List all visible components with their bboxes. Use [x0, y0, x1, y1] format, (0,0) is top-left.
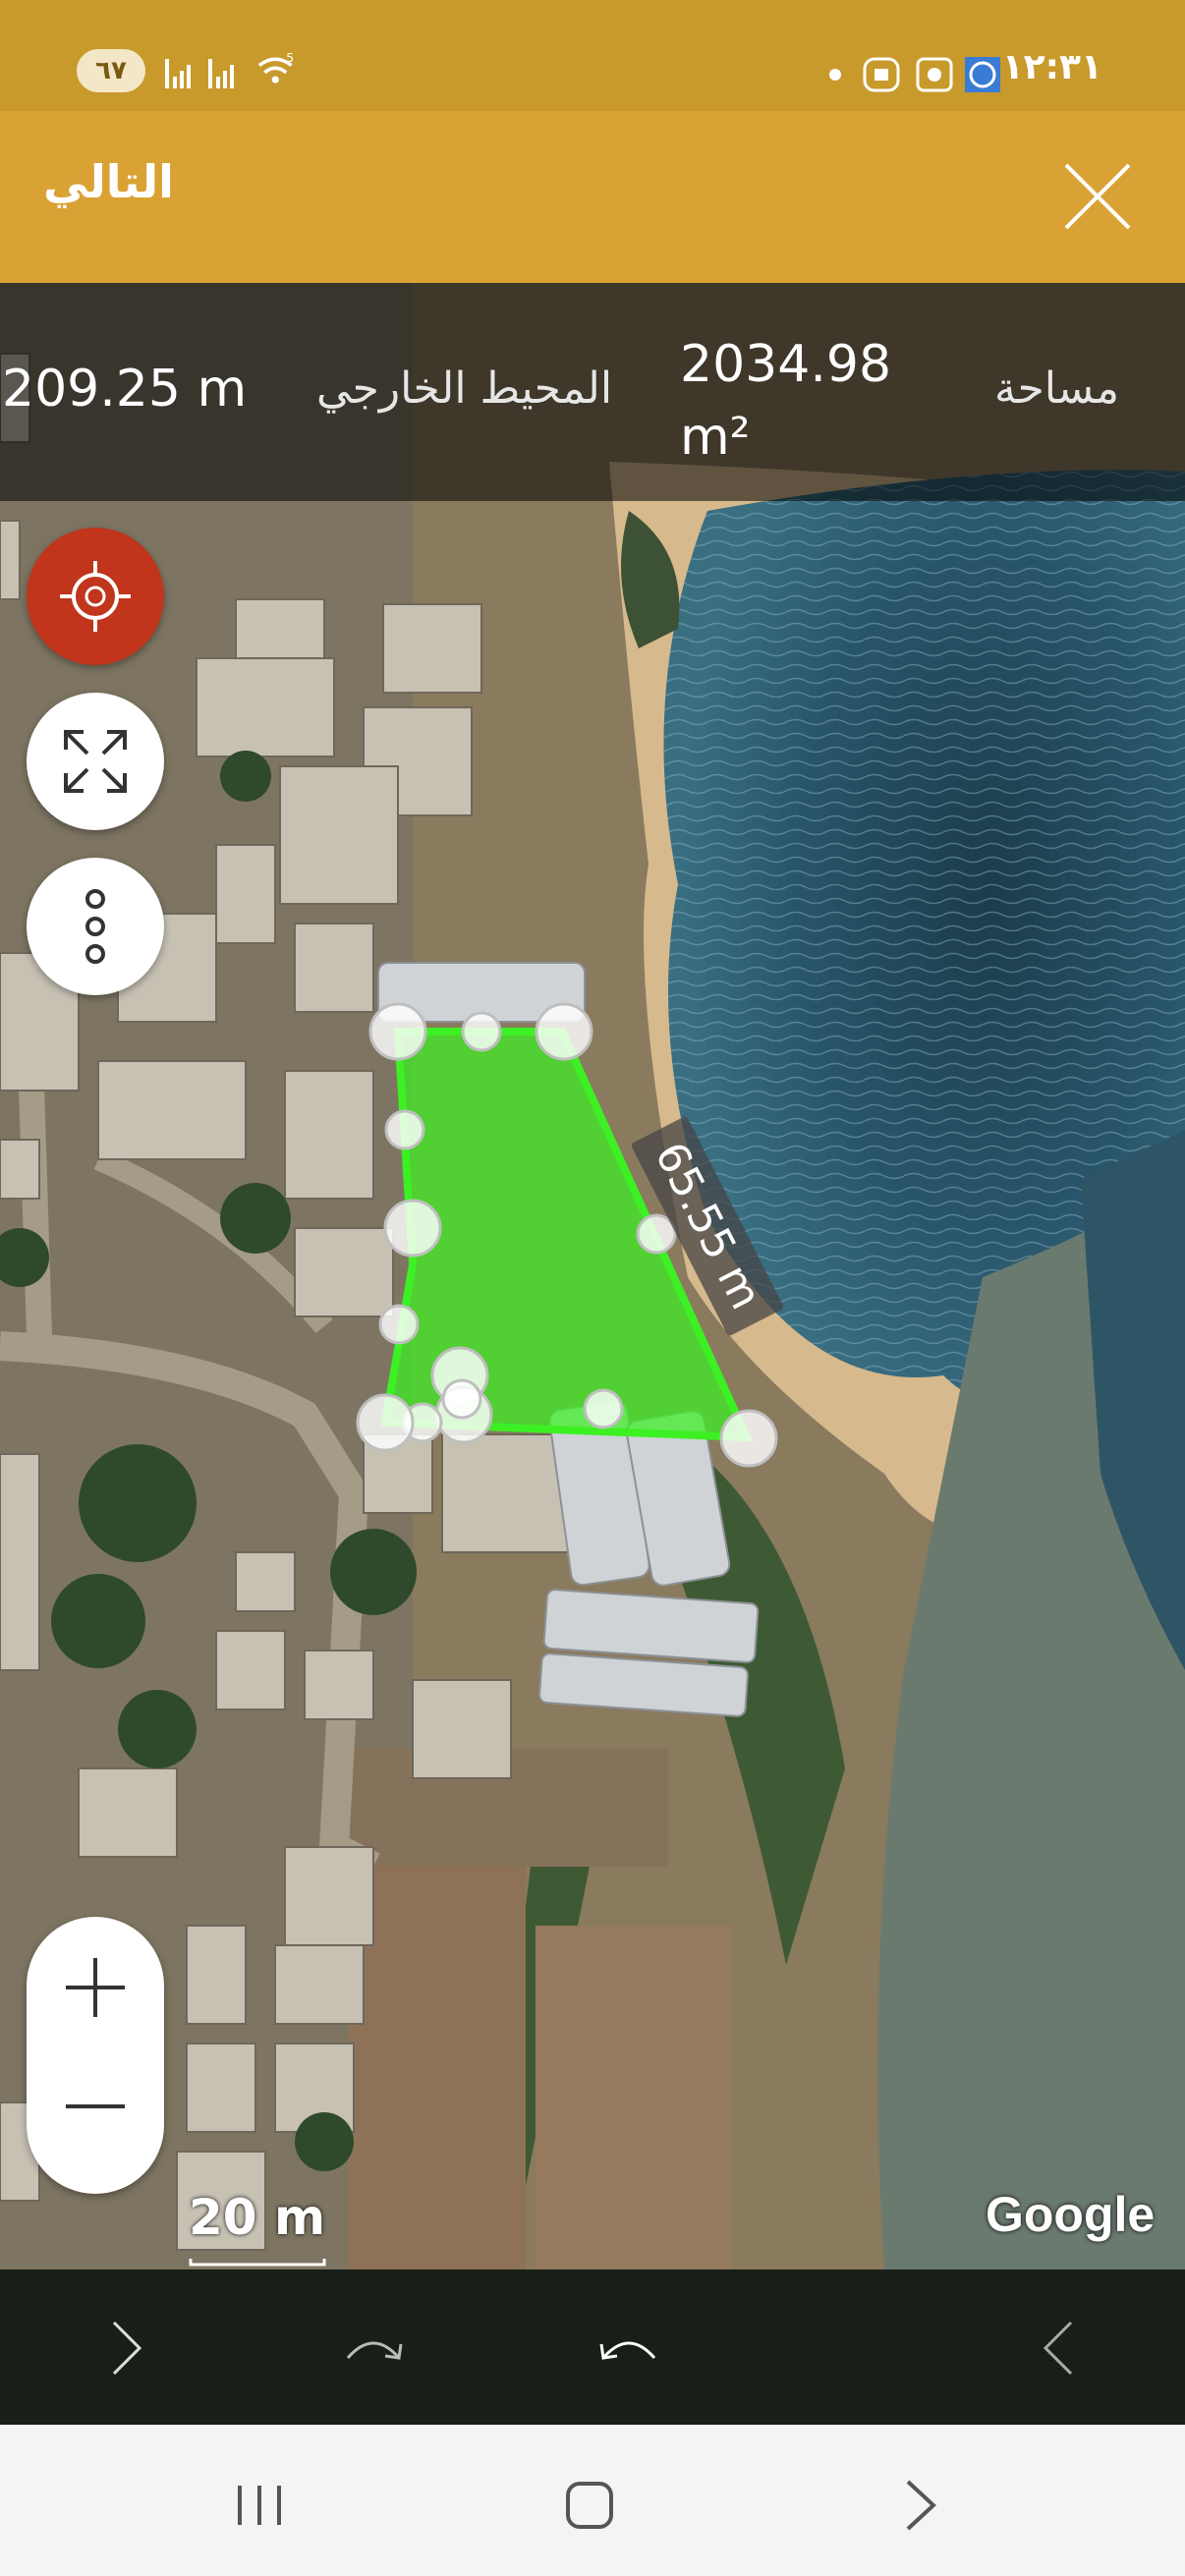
home-button[interactable] — [540, 2456, 639, 2554]
locate-button[interactable] — [27, 528, 164, 665]
vertex-handle[interactable] — [719, 1409, 778, 1468]
recents-icon — [238, 2486, 281, 2525]
recents-button[interactable] — [210, 2456, 309, 2554]
undo-button[interactable] — [580, 2299, 678, 2397]
more-options-button[interactable] — [27, 858, 164, 995]
more-vertical-icon — [85, 889, 105, 964]
vertex-handle[interactable] — [368, 1002, 427, 1061]
scale-label: 20 m — [189, 2189, 326, 2246]
zoom-in-button[interactable] — [27, 1917, 164, 2055]
crosshair-icon — [60, 561, 131, 632]
area-value: 2034.98 m² — [680, 328, 891, 474]
midpoint-handle[interactable] — [583, 1388, 624, 1429]
zoom-out-button[interactable] — [27, 2055, 164, 2194]
scale-bar — [189, 2259, 326, 2267]
redo-button[interactable] — [324, 2299, 423, 2397]
chevron-left-icon — [1043, 2321, 1073, 2376]
perimeter-label: المحيط الخارجي — [316, 364, 613, 414]
area-value-unit: m² — [680, 408, 751, 467]
back-icon — [906, 2480, 936, 2531]
perimeter-value: 209.25 m — [2, 360, 248, 419]
home-icon — [566, 2482, 613, 2529]
midpoint-handle[interactable] — [441, 1378, 482, 1420]
undo-icon — [599, 2341, 656, 2360]
previous-vertex-button[interactable] — [1012, 2299, 1110, 2397]
vertex-handle[interactable] — [356, 1393, 415, 1452]
minus-icon — [66, 2104, 125, 2108]
midpoint-handle[interactable] — [384, 1109, 425, 1150]
next-vertex-button[interactable] — [75, 2299, 173, 2397]
redo-icon — [346, 2341, 403, 2360]
expand-icon — [64, 730, 127, 793]
area-label: مساحة — [994, 364, 1120, 414]
area-value-number: 2034.98 — [680, 335, 892, 394]
midpoint-handle[interactable] — [461, 1011, 502, 1052]
vertex-handle[interactable] — [535, 1002, 593, 1061]
fullscreen-button[interactable] — [27, 693, 164, 830]
vertex-handle[interactable] — [383, 1199, 442, 1258]
midpoint-handle[interactable] — [378, 1304, 420, 1345]
google-attribution: Google — [986, 2187, 1156, 2242]
zoom-control — [27, 1917, 164, 2194]
back-button[interactable] — [873, 2456, 971, 2554]
plus-icon — [66, 1958, 125, 2017]
chevron-right-icon — [112, 2321, 142, 2376]
